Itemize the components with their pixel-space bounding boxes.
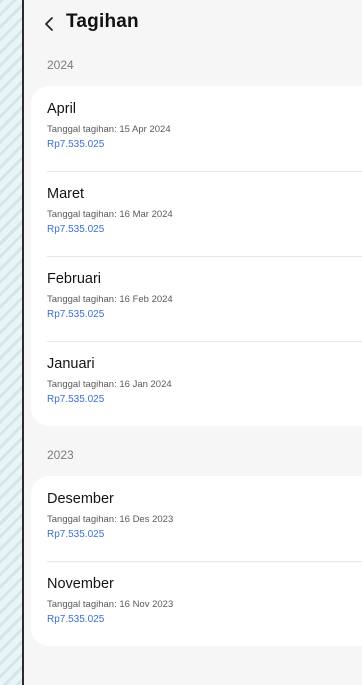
bill-date: Tanggal tagihan: 16 Des 2023	[47, 514, 174, 525]
bill-amount: Rp7.535.025	[47, 224, 105, 235]
header-bar: Tagihan	[24, 0, 362, 48]
back-icon[interactable]	[42, 14, 58, 34]
bill-date: Tanggal tagihan: 16 Nov 2023	[47, 599, 174, 610]
bill-amount: Rp7.535.025	[47, 309, 105, 320]
bill-date: Tanggal tagihan: 16 Feb 2024	[47, 294, 173, 305]
bill-list-2024: April Tanggal tagihan: 15 Apr 2024 Rp7.5…	[31, 86, 362, 426]
bill-month: Februari	[47, 271, 101, 287]
bill-item-januari[interactable]: Januari Tanggal tagihan: 16 Jan 2024 Rp7…	[31, 341, 362, 426]
bill-list-2023: Desember Tanggal tagihan: 16 Des 2023 Rp…	[31, 476, 362, 646]
bill-item-april[interactable]: April Tanggal tagihan: 15 Apr 2024 Rp7.5…	[31, 86, 362, 171]
bill-item-desember[interactable]: Desember Tanggal tagihan: 16 Des 2023 Rp…	[31, 476, 362, 561]
page-title: Tagihan	[66, 11, 139, 32]
bill-month: Desember	[47, 491, 114, 507]
bill-amount: Rp7.535.025	[47, 139, 105, 150]
section-year-2024: 2024	[47, 58, 74, 72]
bill-date: Tanggal tagihan: 16 Jan 2024	[47, 379, 172, 390]
bill-item-februari[interactable]: Februari Tanggal tagihan: 16 Feb 2024 Rp…	[31, 256, 362, 341]
bills-screen: Tagihan 2024 April Tanggal tagihan: 15 A…	[24, 0, 362, 685]
bill-month: November	[47, 576, 114, 592]
bill-amount: Rp7.535.025	[47, 614, 105, 625]
bill-month: Januari	[47, 356, 95, 372]
bill-date: Tanggal tagihan: 16 Mar 2024	[47, 209, 173, 220]
bill-amount: Rp7.535.025	[47, 529, 105, 540]
bill-amount: Rp7.535.025	[47, 394, 105, 405]
bill-item-maret[interactable]: Maret Tanggal tagihan: 16 Mar 2024 Rp7.5…	[31, 171, 362, 256]
bill-item-november[interactable]: November Tanggal tagihan: 16 Nov 2023 Rp…	[31, 561, 362, 646]
bill-date: Tanggal tagihan: 15 Apr 2024	[47, 124, 171, 135]
bill-month: Maret	[47, 186, 85, 202]
bill-month: April	[47, 101, 77, 117]
section-year-2023: 2023	[47, 448, 74, 462]
